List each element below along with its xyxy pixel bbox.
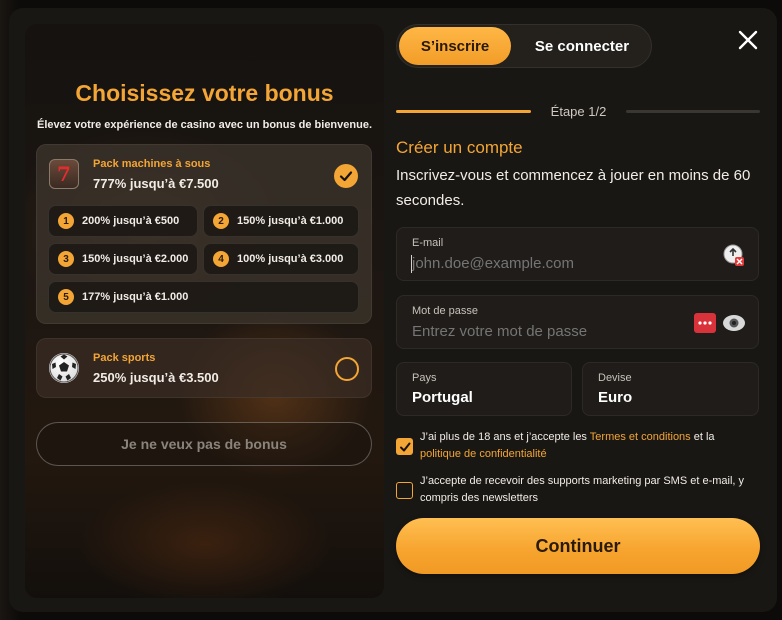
slots-tier-2: 2 150% jusqu’à €1.000 [203, 205, 359, 237]
slots-pack-name: Pack machines à sous [93, 158, 211, 170]
eye-icon[interactable] [722, 313, 746, 333]
consent-text-middle: et la [690, 431, 715, 443]
sports-pack-value: 250% jusqu’à €3.500 [93, 370, 219, 385]
bonus-panel-title: Choisissez votre bonus [75, 80, 334, 106]
no-bonus-button[interactable]: Je ne veux pas de bonus [36, 422, 372, 466]
step-progress-remaining [626, 110, 760, 113]
text-caret [411, 255, 412, 273]
password-manager-icon[interactable] [694, 313, 716, 333]
age-terms-checkbox[interactable] [396, 438, 413, 455]
marketing-checkbox[interactable] [396, 482, 413, 499]
tier-number-badge: 1 [58, 213, 74, 229]
tier-label: 177% jusqu’à €1.000 [82, 291, 189, 303]
close-icon [738, 30, 758, 50]
form-title: Créer un compte [396, 138, 523, 157]
bonus-panel-subtitle: Élevez votre expérience de casino avec u… [36, 119, 373, 131]
password-input[interactable] [412, 323, 692, 340]
email-validate-icon[interactable] [722, 243, 746, 267]
slots-tier-1: 1 200% jusqu’à €500 [48, 205, 198, 237]
country-value: Portugal [412, 389, 473, 406]
tier-label: 200% jusqu’à €500 [82, 215, 180, 227]
marketing-consent: J’accepte de recevoir des supports marke… [396, 473, 760, 507]
slots-pack-selected-check[interactable] [334, 164, 358, 188]
currency-value: Euro [598, 389, 633, 406]
tier-number-badge: 5 [58, 289, 74, 305]
check-icon [339, 171, 353, 182]
close-button[interactable] [735, 27, 761, 53]
tab-login[interactable]: Se connecter [517, 27, 647, 65]
country-label: Pays [412, 372, 437, 384]
currency-label: Devise [598, 372, 632, 384]
soccer-ball-icon [49, 353, 79, 383]
continue-button[interactable]: Continuer [396, 518, 760, 574]
slots-tier-5: 5 177% jusqu’à €1.000 [48, 281, 359, 313]
tier-label: 150% jusqu’à €2.000 [82, 253, 189, 265]
password-label: Mot de passe [412, 305, 479, 317]
tab-signup[interactable]: S’inscrire [399, 27, 511, 65]
tier-label: 150% jusqu’à €1.000 [237, 215, 344, 227]
terms-link[interactable]: Termes et conditions [590, 431, 691, 443]
slots-pack-value: 777% jusqu’à €7.500 [93, 176, 219, 191]
tier-number-badge: 3 [58, 251, 74, 267]
tier-number-badge: 4 [213, 251, 229, 267]
slots-pack-card[interactable]: 7 Pack machines à sous 777% jusqu’à €7.5… [36, 144, 372, 324]
age-terms-consent: J’ai plus de 18 ans et j’accepte les Ter… [396, 429, 760, 463]
step-label: Étape 1/2 [550, 104, 607, 119]
sports-pack-card[interactable]: Pack sports 250% jusqu’à €3.500 [36, 338, 372, 398]
step-progress-done [396, 110, 531, 113]
consent-text-before: J’ai plus de 18 ans et j’accepte les [420, 431, 590, 443]
marketing-text: J’accepte de recevoir des supports marke… [420, 475, 745, 504]
tier-number-badge: 2 [213, 213, 229, 229]
password-field[interactable]: Mot de passe [396, 295, 759, 349]
bonus-panel: Choisissez votre bonus Élevez votre expé… [25, 24, 384, 598]
privacy-link[interactable]: politique de confidentialité [420, 448, 547, 460]
check-icon [399, 442, 410, 451]
auth-tabs: S’inscrire Se connecter [396, 24, 652, 68]
sports-pack-radio[interactable] [335, 357, 359, 381]
age-terms-text: J’ai plus de 18 ans et j’accepte les Ter… [420, 429, 758, 463]
tier-label: 100% jusqu’à €3.000 [237, 253, 344, 265]
sports-pack-name: Pack sports [93, 352, 156, 364]
currency-select[interactable]: Devise Euro [582, 362, 759, 416]
email-label: E-mail [412, 237, 444, 249]
slots-tier-4: 4 100% jusqu’à €3.000 [203, 243, 359, 275]
email-input[interactable] [412, 255, 692, 272]
email-field[interactable]: E-mail [396, 227, 759, 281]
slots-tier-3: 3 150% jusqu’à €2.000 [48, 243, 198, 275]
form-description: Inscrivez-vous et commencez à jouer en m… [396, 167, 751, 209]
slot-machine-icon: 7 [49, 159, 79, 189]
country-select[interactable]: Pays Portugal [396, 362, 572, 416]
